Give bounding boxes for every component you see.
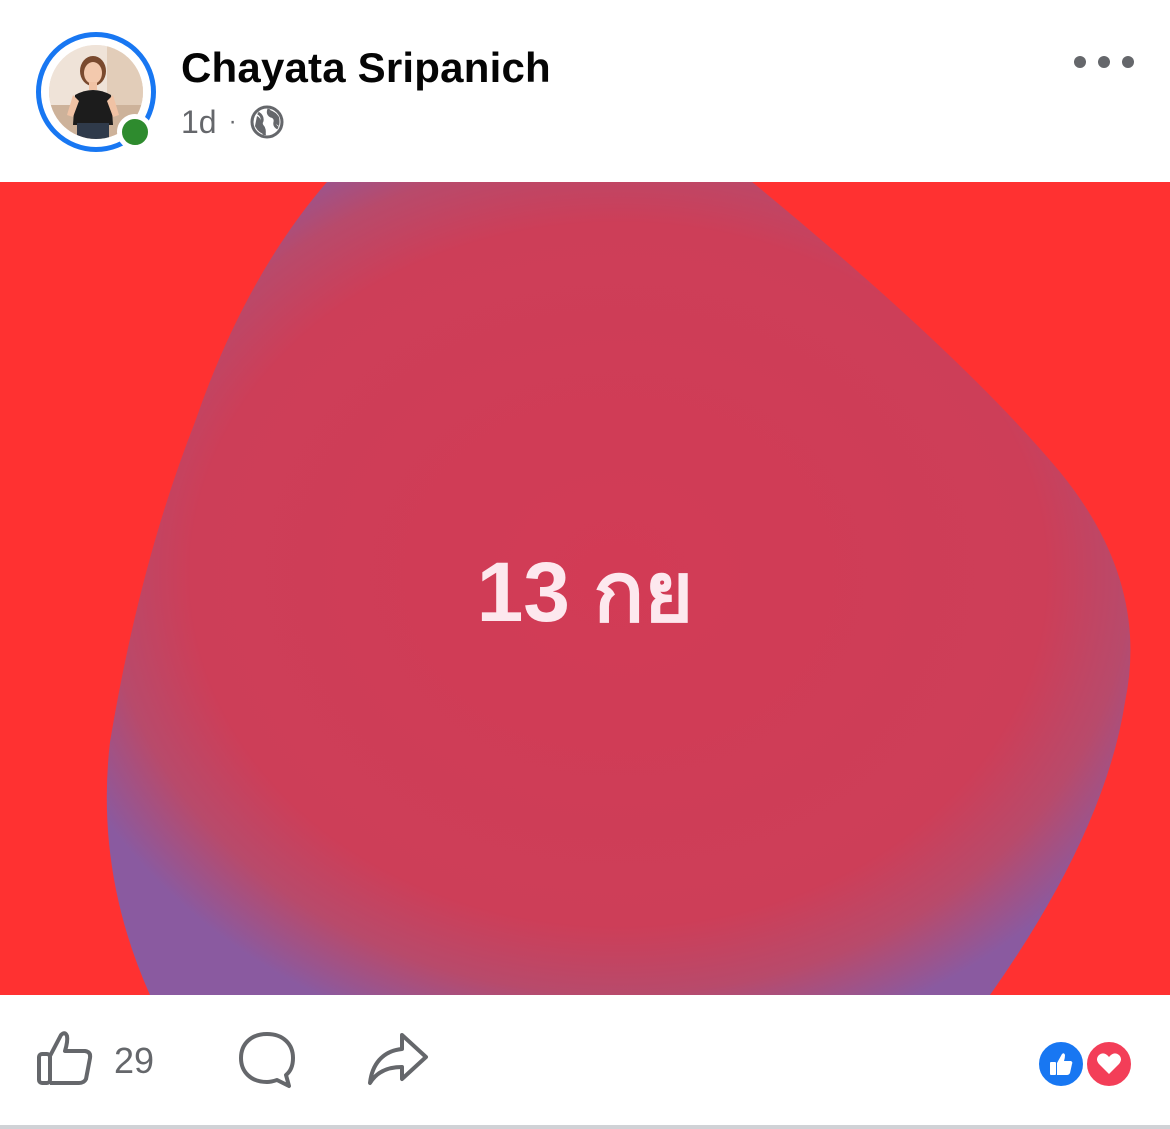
like-reaction-icon: [1036, 1039, 1086, 1089]
comment-button[interactable]: [236, 1029, 298, 1094]
dot-icon: [1074, 56, 1086, 68]
globe-icon: [249, 104, 285, 140]
share-button[interactable]: [366, 1029, 430, 1094]
meta-separator: ·: [228, 108, 237, 135]
post-header: Chayata Sripanich 1d ·: [0, 0, 1170, 182]
post-image-text: 13 กย: [476, 545, 694, 639]
like-count: 29: [114, 1039, 155, 1081]
more-options-button[interactable]: [1074, 44, 1134, 80]
post-actions-bar: 29: [0, 995, 1170, 1129]
dot-icon: [1122, 56, 1134, 68]
like-button[interactable]: 29: [34, 1027, 154, 1094]
post-divider: [0, 1125, 1170, 1129]
thumbs-up-icon: [34, 1027, 96, 1094]
post-time[interactable]: 1d: [181, 104, 217, 141]
share-icon: [366, 1029, 430, 1094]
dot-icon: [1098, 56, 1110, 68]
comment-icon: [236, 1029, 298, 1094]
post-image[interactable]: 13 กย: [0, 182, 1170, 995]
love-reaction-icon: [1084, 1039, 1134, 1089]
post-meta: 1d ·: [181, 102, 285, 142]
reaction-summary[interactable]: [1036, 1039, 1136, 1091]
author-name[interactable]: Chayata Sripanich: [181, 44, 551, 92]
online-status-indicator: [117, 114, 153, 150]
